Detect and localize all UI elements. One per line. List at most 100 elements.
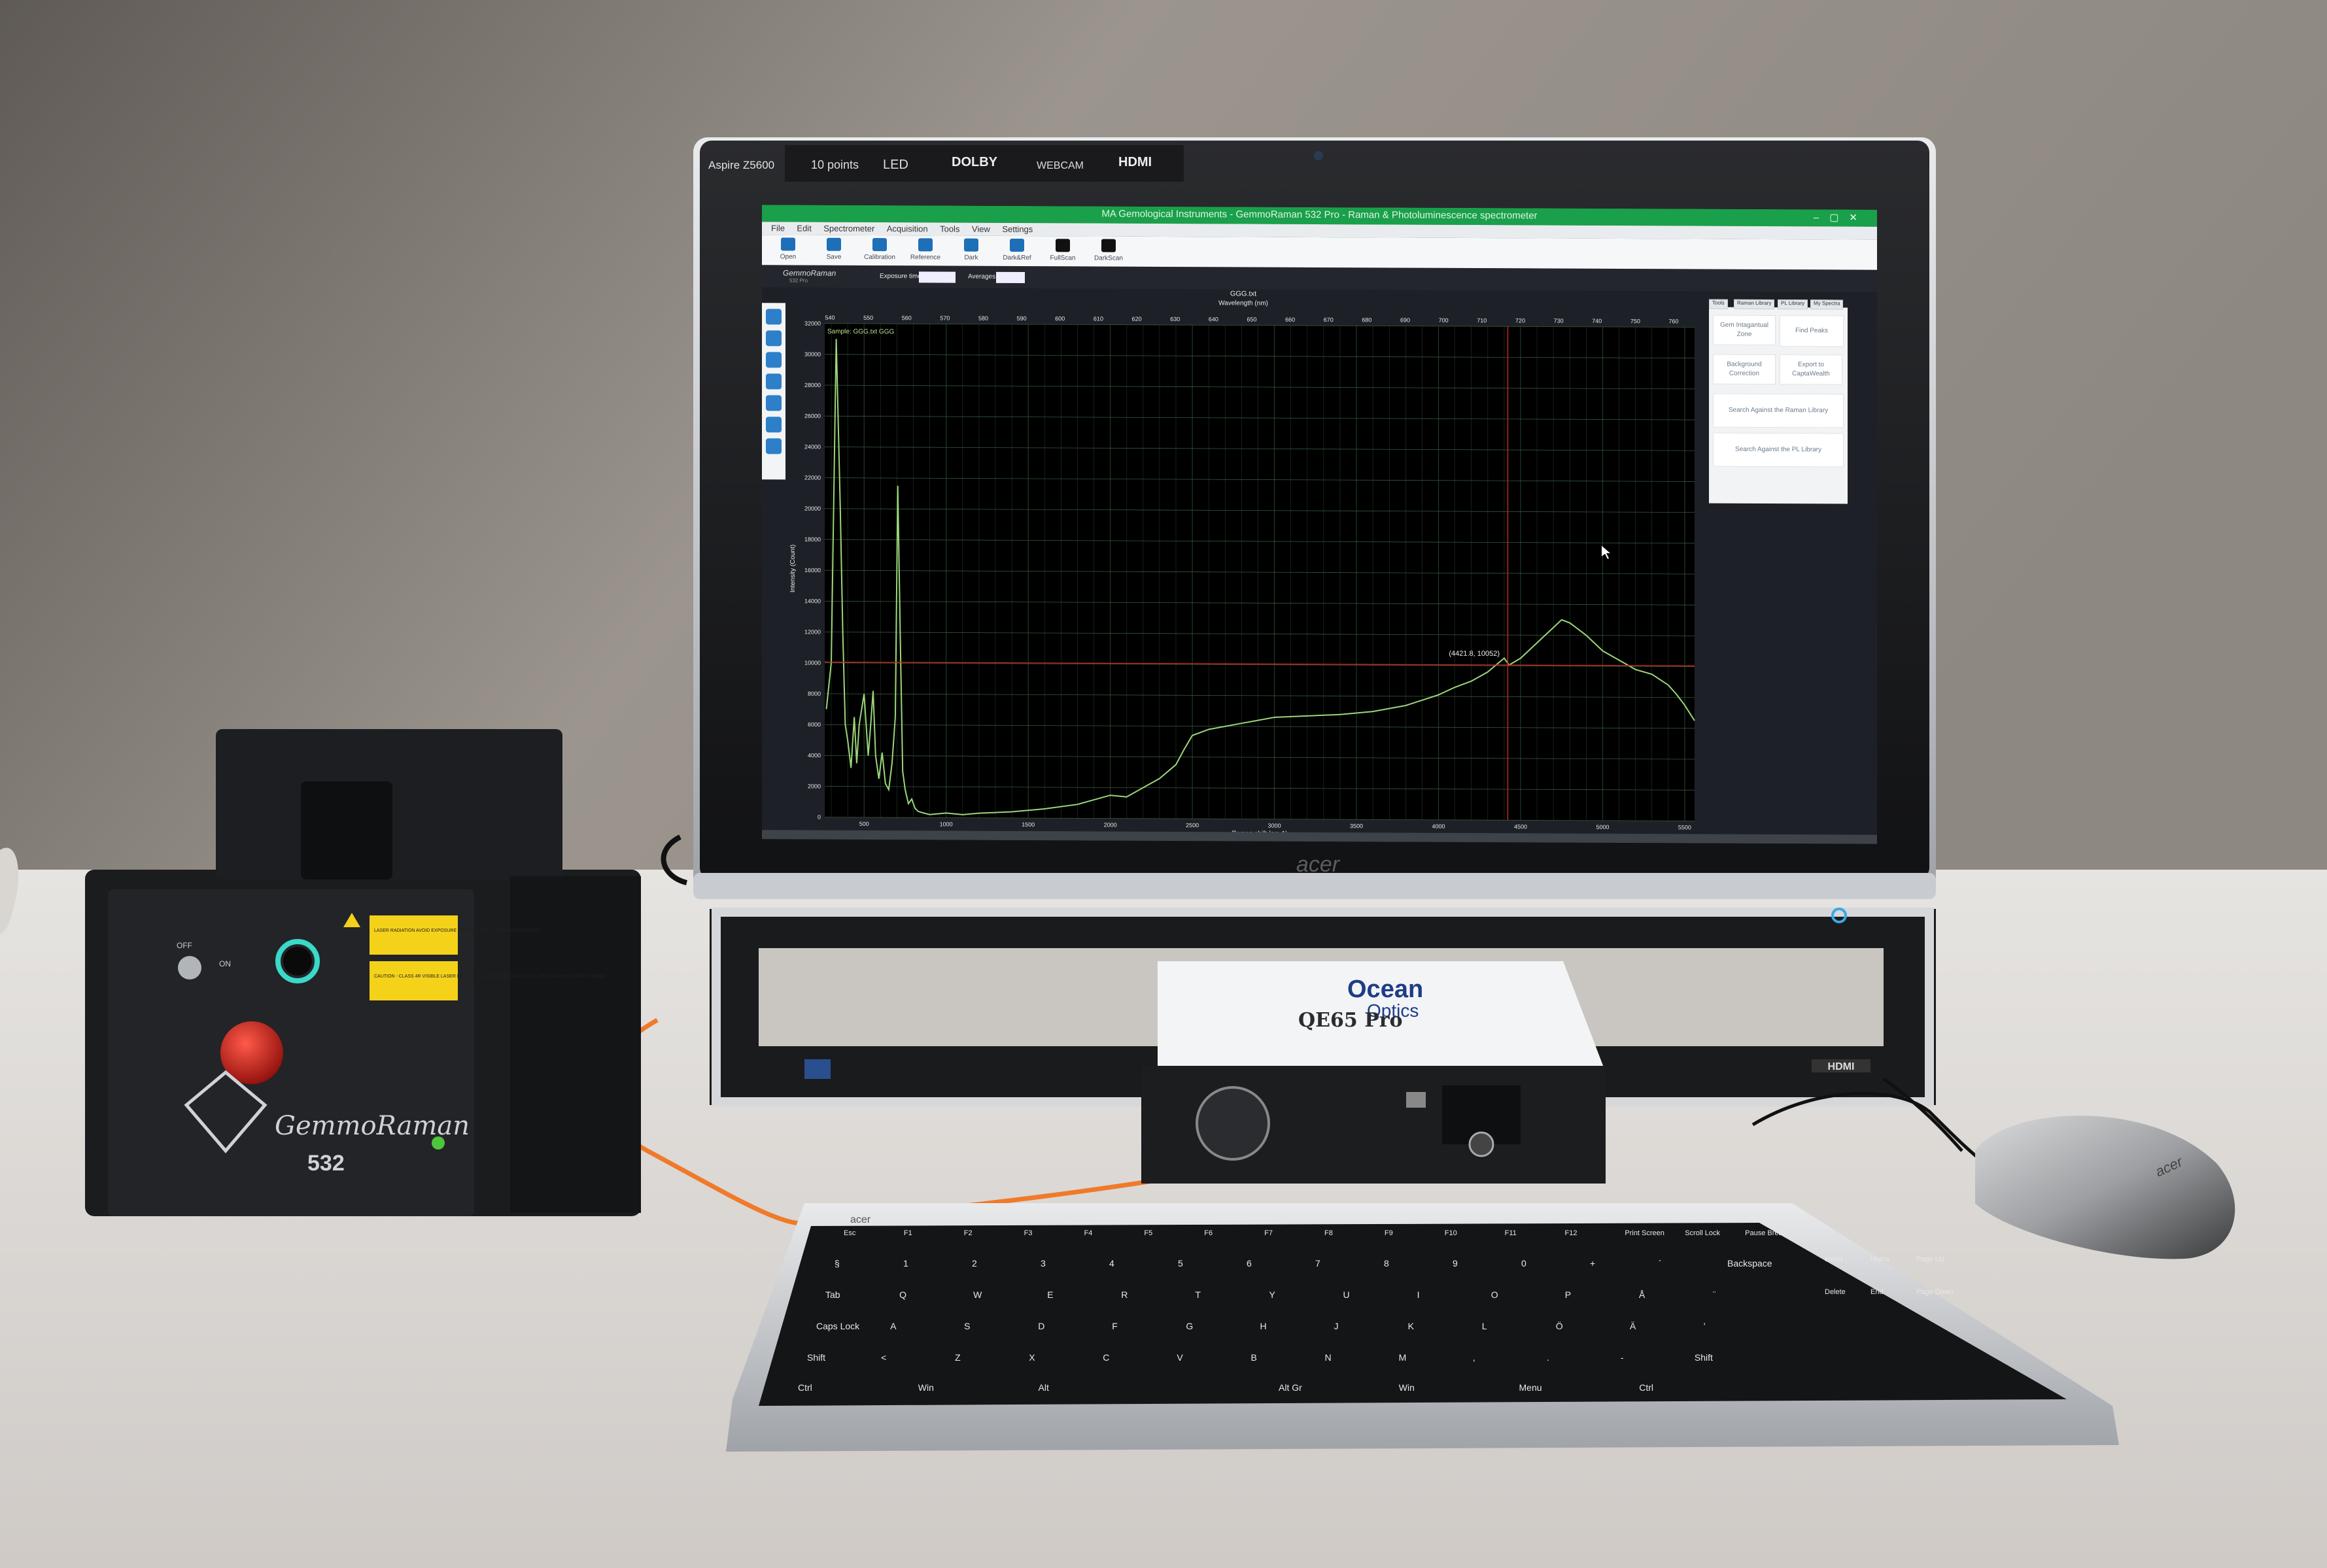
key-row_fn-13[interactable]: Print Screen <box>1625 1229 1664 1237</box>
key-row_num-4[interactable]: 4 <box>1109 1258 1114 1269</box>
key-row_space-5[interactable]: Win <box>1399 1382 1415 1393</box>
key-row_z-0[interactable]: Shift <box>807 1352 825 1363</box>
key-row_num-8[interactable]: 8 <box>1384 1258 1389 1269</box>
fullscan-button[interactable]: FullScan <box>1043 239 1082 262</box>
key-row_space-4[interactable]: Alt Gr <box>1279 1382 1302 1393</box>
key-switch[interactable] <box>178 956 201 980</box>
menu-edit[interactable]: Edit <box>797 224 811 233</box>
calibration-button[interactable]: Calibration <box>860 238 899 261</box>
darkscan-button[interactable]: DarkScan <box>1089 239 1128 262</box>
key-row_num-9[interactable]: 9 <box>1453 1258 1458 1269</box>
key-row_num-1[interactable]: 1 <box>903 1258 908 1269</box>
key-row_z-7[interactable]: N <box>1325 1352 1332 1363</box>
key-row_space-2[interactable]: Alt <box>1039 1382 1049 1393</box>
key-row_q-11[interactable]: Å <box>1639 1289 1645 1300</box>
key-row_q-6[interactable]: Y <box>1269 1289 1275 1300</box>
key-row_a-3[interactable]: D <box>1038 1321 1044 1331</box>
key-row_num-5[interactable]: 5 <box>1178 1258 1183 1269</box>
key-row_a-7[interactable]: J <box>1334 1321 1339 1331</box>
key-row_num-0[interactable]: § <box>835 1258 840 1269</box>
key-row_a-4[interactable]: F <box>1112 1321 1118 1331</box>
tab-my-spectra[interactable]: My Spectra <box>1810 299 1844 310</box>
background-correction-button[interactable]: Background Correction <box>1713 354 1776 385</box>
key-row_z-4[interactable]: C <box>1103 1352 1109 1363</box>
tab-tools[interactable]: Tools <box>1709 299 1728 309</box>
zoom-in-icon[interactable] <box>766 309 782 325</box>
key-nav-1[interactable]: Home <box>1870 1255 1889 1263</box>
key-row_a-6[interactable]: H <box>1260 1321 1266 1331</box>
key-row_fn-7[interactable]: F7 <box>1264 1229 1273 1237</box>
exposure-time-input[interactable] <box>919 271 956 283</box>
key-row_q-0[interactable]: Tab <box>825 1289 840 1300</box>
key-nav-3[interactable]: Delete <box>1825 1288 1846 1296</box>
key-row_a-10[interactable]: Ö <box>1556 1321 1563 1331</box>
fit-icon[interactable] <box>766 395 782 411</box>
key-row_z-10[interactable]: . <box>1547 1352 1549 1363</box>
menu-acquisition[interactable]: Acquisition <box>887 224 928 233</box>
key-row_fn-4[interactable]: F4 <box>1084 1229 1093 1237</box>
key-row_fn-0[interactable]: Esc <box>844 1229 855 1237</box>
key-row_a-2[interactable]: S <box>964 1321 970 1331</box>
key-row_fn-9[interactable]: F9 <box>1385 1229 1393 1237</box>
dark-button[interactable]: Dark <box>952 238 991 262</box>
averages-input[interactable] <box>996 271 1025 284</box>
save-button[interactable]: Save <box>814 237 853 261</box>
key-row_fn-6[interactable]: F6 <box>1204 1229 1213 1237</box>
menu-tools[interactable]: Tools <box>940 224 959 233</box>
key-row_space-6[interactable]: Menu <box>1519 1382 1542 1393</box>
key-row_z-5[interactable]: V <box>1177 1352 1182 1363</box>
key-row_num-10[interactable]: 0 <box>1521 1258 1526 1269</box>
search-pl-library-button[interactable]: Search Against the PL Library <box>1713 432 1844 468</box>
key-row_num-11[interactable]: + <box>1590 1258 1595 1269</box>
key-row_num-3[interactable]: 3 <box>1041 1258 1046 1269</box>
key-row_q-1[interactable]: Q <box>899 1289 906 1300</box>
key-nav-0[interactable]: Insert <box>1825 1255 1843 1263</box>
key-row_a-1[interactable]: A <box>890 1321 896 1331</box>
key-row_fn-3[interactable]: F3 <box>1024 1229 1033 1237</box>
tab-pl-library[interactable]: PL Library <box>1778 299 1808 310</box>
key-row_a-11[interactable]: Ä <box>1630 1321 1636 1331</box>
export-button[interactable]: Export to CaptaWealth <box>1780 354 1842 385</box>
key-row_num-12[interactable]: ´ <box>1659 1258 1662 1269</box>
key-row_fn-1[interactable]: F1 <box>904 1229 912 1237</box>
key-row_q-2[interactable]: W <box>973 1289 982 1300</box>
spectrum-chart[interactable]: GGG.txt Wavelength (nm) 500 1000 1500 2000 2… <box>785 287 1708 840</box>
key-row_a-9[interactable]: L <box>1482 1321 1487 1331</box>
reference-button[interactable]: Reference <box>906 238 945 261</box>
key-row_a-0[interactable]: Caps Lock <box>816 1321 859 1331</box>
key-row_z-9[interactable]: , <box>1473 1352 1475 1363</box>
key-row_q-8[interactable]: I <box>1417 1289 1420 1300</box>
key-row_q-9[interactable]: O <box>1491 1289 1498 1300</box>
key-row_q-3[interactable]: E <box>1047 1289 1053 1300</box>
menu-view[interactable]: View <box>972 224 990 234</box>
key-nav-2[interactable]: Page Up <box>1916 1255 1944 1263</box>
cursor-icon[interactable] <box>766 373 782 390</box>
search-raman-library-button[interactable]: Search Against the Raman Library <box>1713 393 1844 428</box>
key-row_q-10[interactable]: P <box>1565 1289 1571 1300</box>
window-controls[interactable]: ‒▢✕ <box>1814 211 1868 223</box>
key-row_num-2[interactable]: 2 <box>972 1258 977 1269</box>
key-row_q-12[interactable]: ¨ <box>1713 1289 1716 1300</box>
menu-settings[interactable]: Settings <box>1002 224 1033 234</box>
key-nav-5[interactable]: Page Down <box>1916 1288 1954 1296</box>
lock-icon[interactable] <box>766 438 782 454</box>
key-nav-4[interactable]: End <box>1870 1288 1884 1296</box>
key-row_space-0[interactable]: Ctrl <box>798 1382 812 1393</box>
tab-raman-library[interactable]: Raman Library <box>1734 299 1775 310</box>
key-row_fn-12[interactable]: F12 <box>1565 1229 1577 1237</box>
gem-zone-button[interactable]: Gem Intagantual Zone <box>1713 315 1776 346</box>
key-row_a-5[interactable]: G <box>1186 1321 1193 1331</box>
zoom-out-icon[interactable] <box>766 330 782 347</box>
key-row_q-4[interactable]: R <box>1121 1289 1128 1300</box>
menu-file[interactable]: File <box>771 223 785 233</box>
key-row_z-12[interactable]: Shift <box>1695 1352 1713 1363</box>
darkref-button[interactable]: Dark&Ref <box>997 238 1037 262</box>
key-row_z-8[interactable]: M <box>1399 1352 1407 1363</box>
search-icon[interactable] <box>766 417 782 433</box>
key-row_space-1[interactable]: Win <box>918 1382 934 1393</box>
key-row_fn-5[interactable]: F5 <box>1144 1229 1152 1237</box>
find-peaks-button[interactable]: Find Peaks <box>1780 315 1844 347</box>
key-row_z-2[interactable]: Z <box>955 1352 961 1363</box>
key-row_fn-11[interactable]: F11 <box>1505 1229 1517 1237</box>
key-row_z-6[interactable]: B <box>1250 1352 1256 1363</box>
